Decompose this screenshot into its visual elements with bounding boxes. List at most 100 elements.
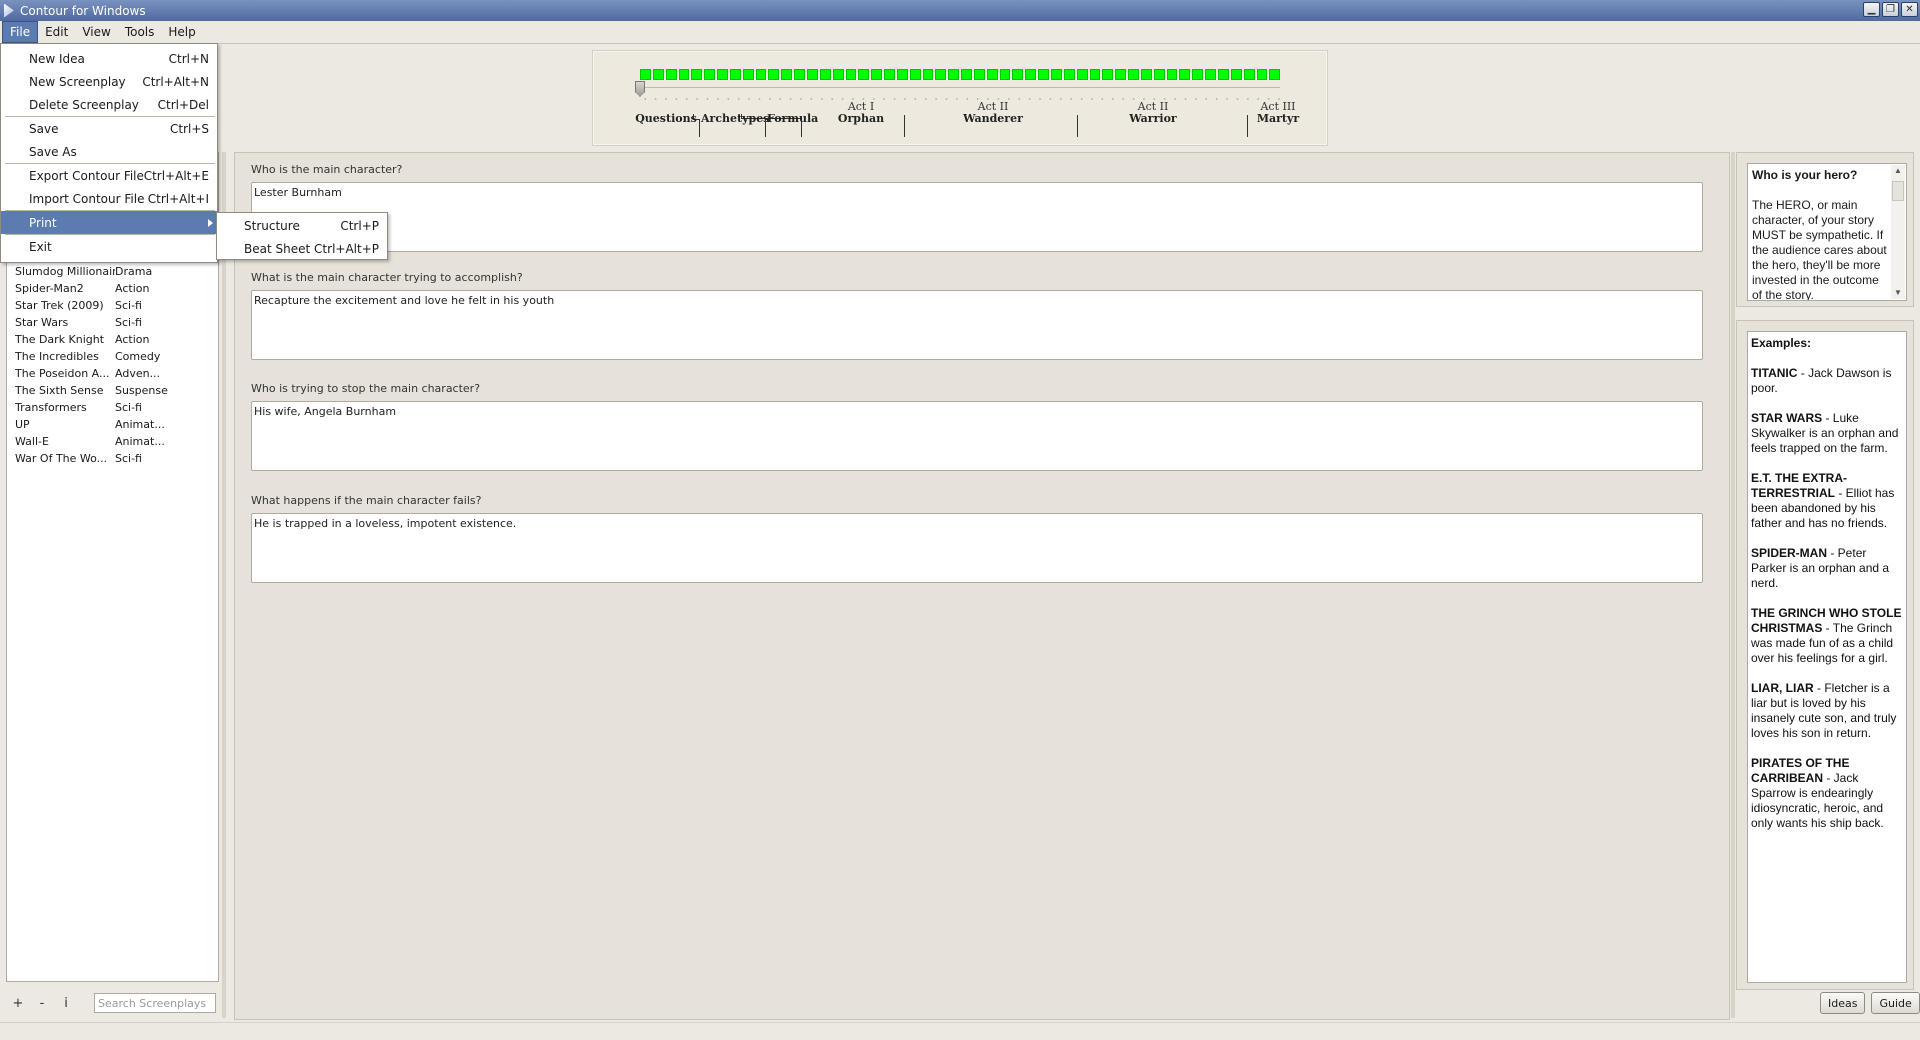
examples-text: Examples: TITANIC - Jack Dawson is poor.… bbox=[1747, 331, 1907, 983]
menu-tools[interactable]: Tools bbox=[118, 22, 162, 42]
example-title: SPIDER-MAN bbox=[1751, 546, 1828, 560]
title-bar: Contour for Windows ▁ ❐ ✕ bbox=[0, 0, 1920, 21]
progress-block bbox=[652, 69, 664, 80]
screenplay-title: The Incredibles bbox=[15, 350, 99, 363]
timeline-slider-handle[interactable] bbox=[635, 81, 645, 97]
timeline-formula[interactable]: Formula bbox=[767, 113, 818, 125]
window-title: Contour for Windows bbox=[20, 3, 146, 18]
progress-block bbox=[961, 69, 972, 80]
progress-block bbox=[973, 69, 985, 80]
progress-block bbox=[1140, 69, 1152, 80]
progress-block bbox=[678, 69, 690, 80]
guide-button[interactable]: Guide bbox=[1871, 992, 1920, 1014]
timeline-act3-martyr[interactable]: Act III Martyr bbox=[1248, 101, 1308, 125]
restore-button[interactable]: ❐ bbox=[1882, 2, 1899, 17]
menu-item-print-beat-sheet[interactable]: Beat Sheet Ctrl+Alt+P bbox=[217, 237, 387, 260]
list-item[interactable]: The Dark Knight Action bbox=[15, 333, 215, 350]
menu-item-delete-screenplay[interactable]: Delete Screenplay Ctrl+Del bbox=[1, 93, 217, 116]
timeline-questions[interactable]: Questions bbox=[633, 113, 699, 125]
info-button[interactable]: i bbox=[54, 996, 78, 1011]
left-splitter[interactable] bbox=[222, 152, 226, 1018]
guide-text[interactable]: Who is your hero? The HERO, or main char… bbox=[1747, 163, 1907, 301]
progress-block bbox=[845, 69, 857, 80]
timeline-archetypes[interactable]: Archetypes bbox=[701, 113, 769, 125]
example-item: SPIDER-MAN - Peter Parker is an orphan a… bbox=[1751, 546, 1903, 591]
close-button[interactable]: ✕ bbox=[1901, 2, 1918, 17]
progress-block bbox=[1012, 69, 1024, 80]
progress-block bbox=[1025, 69, 1037, 80]
app-icon bbox=[4, 3, 14, 18]
menu-file[interactable]: File bbox=[2, 21, 39, 43]
menu-item-export-contour[interactable]: Export Contour File Ctrl+Alt+E bbox=[1, 164, 217, 187]
progress-block bbox=[909, 69, 921, 80]
timeline-act2-wanderer[interactable]: Act II Wanderer bbox=[953, 101, 1033, 125]
menu-view[interactable]: View bbox=[75, 22, 117, 42]
menu-item-new-idea[interactable]: New Idea Ctrl+N bbox=[1, 47, 217, 70]
screenplay-title: Slumdog Millionaire bbox=[15, 265, 115, 278]
menu-help[interactable]: Help bbox=[161, 22, 202, 42]
screenplay-genre: Action bbox=[115, 282, 150, 295]
menu-item-print[interactable]: Print bbox=[1, 211, 217, 234]
menu-bar: File Edit View Tools Help bbox=[0, 21, 1920, 44]
timeline-act2-warrior[interactable]: Act II Warrior bbox=[1113, 101, 1193, 125]
story-timeline: Questions Archetypes Formula Act I Orpha… bbox=[592, 50, 1328, 146]
progress-block bbox=[1256, 69, 1268, 80]
question-label: What happens if the main character fails… bbox=[251, 494, 482, 507]
progress-block bbox=[871, 69, 883, 80]
list-item[interactable]: Star Trek (2009) Sci-fi bbox=[15, 299, 215, 316]
right-splitter[interactable] bbox=[1731, 152, 1735, 1018]
window-controls: ▁ ❐ ✕ bbox=[1863, 2, 1918, 17]
remove-screenplay-button[interactable]: - bbox=[30, 996, 54, 1011]
progress-block bbox=[691, 69, 703, 80]
answer-field[interactable] bbox=[251, 290, 1703, 360]
add-screenplay-button[interactable]: + bbox=[6, 996, 30, 1011]
minimize-button[interactable]: ▁ bbox=[1863, 2, 1880, 17]
list-item[interactable]: Slumdog Millionaire Drama bbox=[15, 265, 215, 282]
answer-field[interactable] bbox=[251, 182, 1703, 252]
list-item[interactable]: The Sixth Sense Suspense bbox=[15, 384, 215, 401]
ideas-button[interactable]: Ideas bbox=[1820, 992, 1866, 1014]
list-item[interactable]: Transformers Sci-fi bbox=[15, 401, 215, 418]
progress-block bbox=[832, 69, 844, 80]
list-item[interactable]: Wall-E Animat... bbox=[15, 435, 215, 452]
progress-block bbox=[665, 69, 677, 80]
guide-body: The HERO, or main character, of your sto… bbox=[1752, 198, 1887, 301]
answer-field[interactable] bbox=[251, 513, 1703, 583]
progress-block bbox=[1063, 69, 1075, 80]
screenplay-genre: Sci-fi bbox=[115, 299, 142, 312]
menu-item-exit[interactable]: Exit bbox=[1, 235, 217, 258]
question-label: Who is trying to stop the main character… bbox=[251, 382, 481, 395]
progress-block bbox=[1051, 69, 1062, 80]
progress-block bbox=[999, 69, 1011, 80]
menu-item-save[interactable]: Save Ctrl+S bbox=[1, 117, 217, 140]
menu-edit[interactable]: Edit bbox=[38, 22, 75, 42]
menu-item-new-screenplay[interactable]: New Screenplay Ctrl+Alt+N bbox=[1, 70, 217, 93]
screenplay-genre: Comedy bbox=[115, 350, 161, 363]
example-item: THE GRINCH WHO STOLE CHRISTMAS - The Gri… bbox=[1751, 606, 1903, 666]
menu-item-print-structure[interactable]: Structure Ctrl+P bbox=[217, 214, 387, 237]
answer-field[interactable] bbox=[251, 401, 1703, 471]
screenplay-genre: Suspense bbox=[115, 384, 168, 397]
scroll-down-icon[interactable]: ▼ bbox=[1891, 287, 1905, 299]
list-item[interactable]: UP Animat... bbox=[15, 418, 215, 435]
list-item[interactable]: Spider-Man2 Action bbox=[15, 282, 215, 299]
screenplay-title: Wall-E bbox=[15, 435, 49, 448]
list-item[interactable]: Star Wars Sci-fi bbox=[15, 316, 215, 333]
progress-block bbox=[704, 69, 716, 80]
progress-block bbox=[1153, 69, 1165, 80]
menu-item-import-contour[interactable]: Import Contour File Ctrl+Alt+I bbox=[1, 187, 217, 210]
example-item: STAR WARS - Luke Skywalker is an orphan … bbox=[1751, 411, 1903, 456]
scroll-thumb[interactable] bbox=[1892, 181, 1904, 201]
search-screenplays-input[interactable] bbox=[94, 993, 216, 1013]
menu-item-save-as[interactable]: Save As bbox=[1, 140, 217, 163]
timeline-act1-orphan[interactable]: Act I Orphan bbox=[831, 101, 891, 125]
list-item[interactable]: War Of The Wo... Sci-fi bbox=[15, 452, 215, 469]
screenplay-title: The Dark Knight bbox=[15, 333, 105, 346]
screenplay-genre: Action bbox=[115, 333, 150, 346]
list-item[interactable]: The Poseidon A... Adven... bbox=[15, 367, 215, 384]
progress-block bbox=[1243, 69, 1255, 80]
guide-scrollbar[interactable]: ▲ ▼ bbox=[1891, 165, 1905, 299]
screenplay-title: UP bbox=[15, 418, 30, 431]
scroll-up-icon[interactable]: ▲ bbox=[1891, 165, 1905, 177]
list-item[interactable]: The Incredibles Comedy bbox=[15, 350, 215, 367]
